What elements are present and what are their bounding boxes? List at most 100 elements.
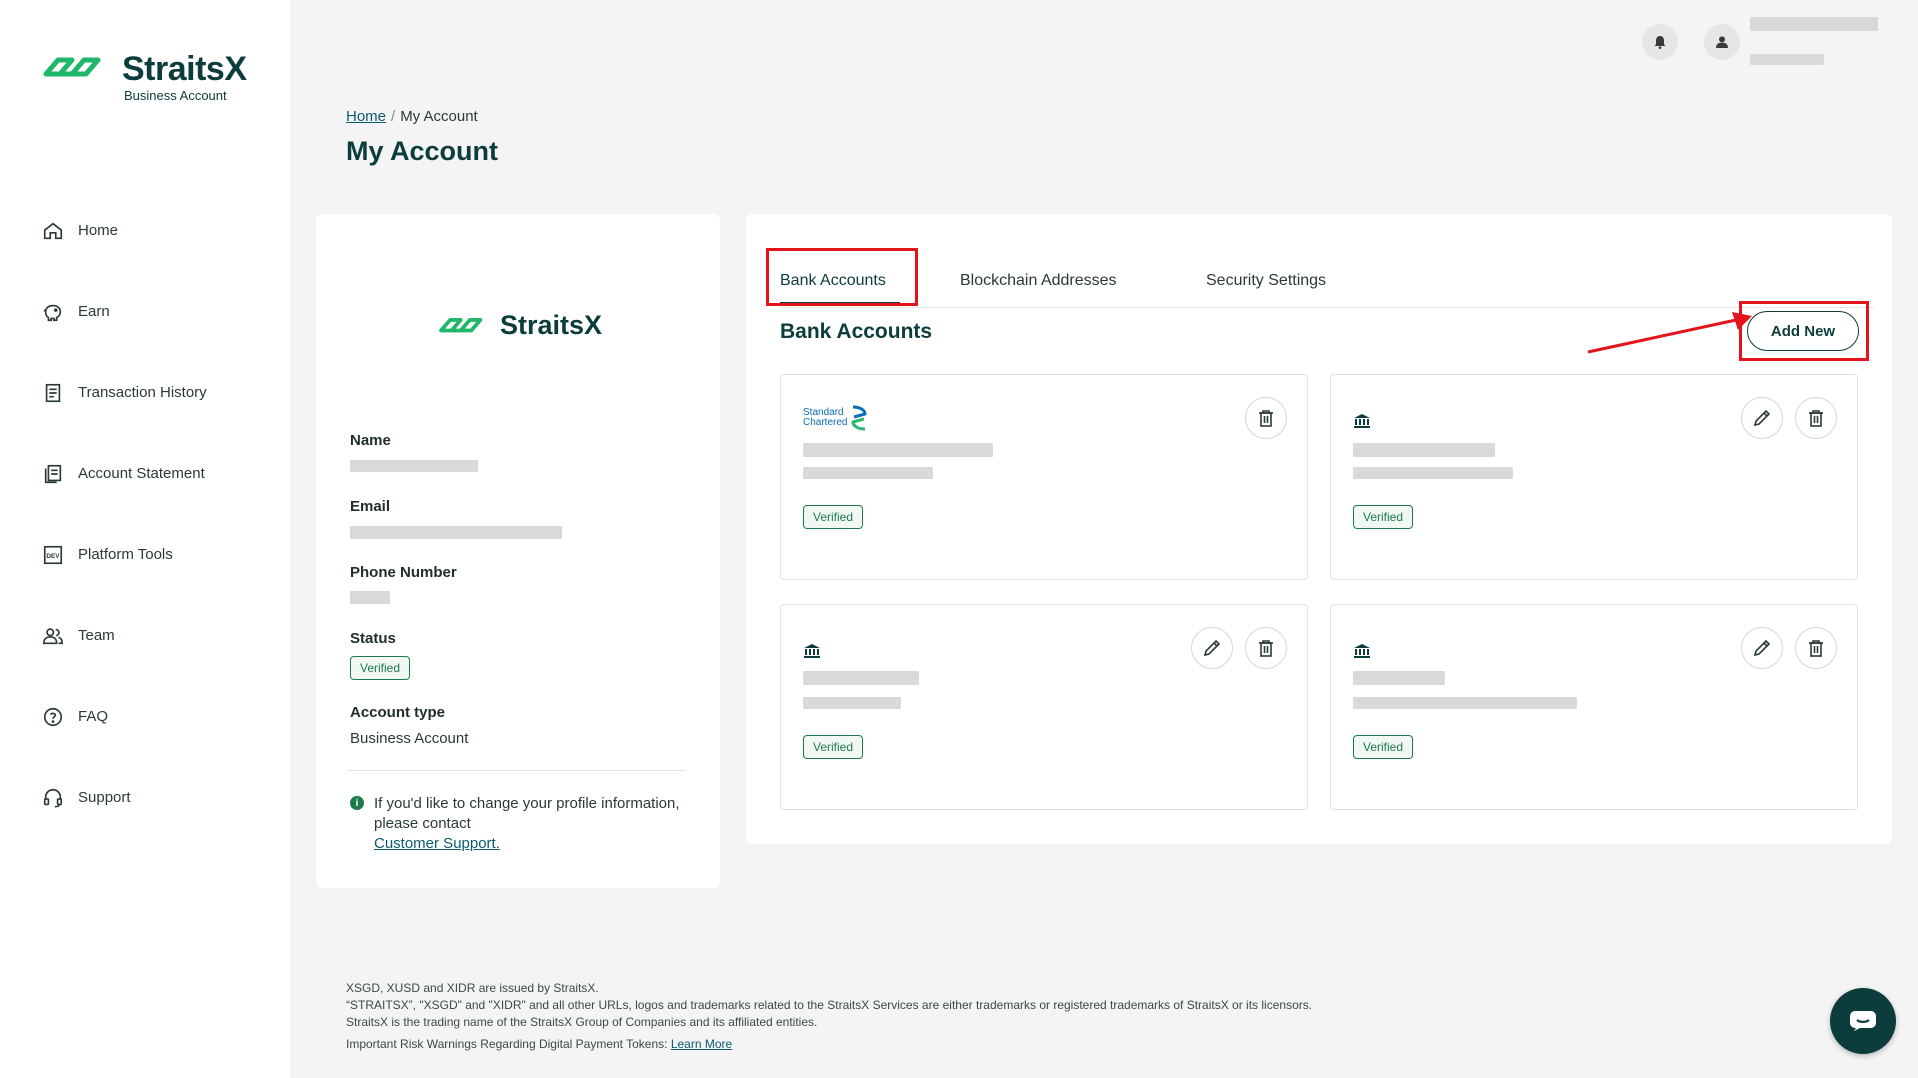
- breadcrumb-home-link[interactable]: Home: [346, 108, 386, 125]
- sidebar-item-label: FAQ: [78, 708, 109, 725]
- customer-support-link[interactable]: Customer Support.: [374, 835, 500, 852]
- breadcrumb: Home / My Account: [346, 108, 478, 125]
- info-text: If you'd like to change your profile inf…: [374, 795, 680, 832]
- sidebar-item-label: Transaction History: [78, 384, 207, 401]
- footer: XSGD, XUSD and XIDR are issued by Strait…: [346, 980, 1312, 1053]
- tab-security-settings[interactable]: Security Settings: [1206, 272, 1326, 290]
- arrow-annotation: [1587, 312, 1752, 354]
- straitsx-logo-icon: [43, 57, 101, 77]
- chat-support-button[interactable]: [1830, 988, 1896, 1054]
- sidebar-item-team[interactable]: Team: [40, 595, 207, 676]
- bank-logo-line: Chartered: [803, 417, 848, 428]
- learn-more-link[interactable]: Learn More: [671, 1037, 732, 1051]
- delete-button[interactable]: [1795, 627, 1837, 669]
- notifications-button[interactable]: [1642, 24, 1678, 60]
- sidebar-item-label: Team: [78, 627, 115, 644]
- trash-icon: [1259, 410, 1273, 427]
- standard-chartered-icon: [851, 405, 867, 431]
- name-label: Name: [350, 432, 391, 449]
- sidebar-item-earn[interactable]: Earn: [40, 271, 207, 352]
- delete-button[interactable]: [1245, 627, 1287, 669]
- info-icon: i: [350, 796, 364, 810]
- edit-button[interactable]: [1191, 627, 1233, 669]
- tab-highlight-annotation: [766, 248, 918, 306]
- breadcrumb-current: My Account: [400, 108, 478, 125]
- dev-icon: DEV: [40, 542, 66, 568]
- user-menu-button[interactable]: [1704, 24, 1740, 60]
- delete-button[interactable]: [1245, 397, 1287, 439]
- footer-line: “STRAITSX”, "XSGD" and "XIDR" and all ot…: [346, 998, 1313, 1012]
- user-name-redacted: [1750, 17, 1878, 31]
- profile-logo: StraitsX: [438, 310, 602, 341]
- profile-info-note: i If you'd like to change your profile i…: [350, 794, 680, 854]
- pencil-icon: [1203, 639, 1221, 657]
- footer-risk-line: Important Risk Warnings Regarding Digita…: [346, 1036, 1312, 1053]
- receipt-icon: [40, 380, 66, 406]
- phone-value-redacted: [350, 591, 390, 604]
- brand-logo[interactable]: StraitsX Business Account: [42, 52, 247, 103]
- sidebar-item-home[interactable]: Home: [40, 190, 207, 271]
- footer-line: Important Risk Warnings Regarding Digita…: [346, 1037, 668, 1051]
- bank-icon: [804, 644, 820, 658]
- headset-icon: [40, 785, 66, 811]
- account-number-redacted: [1353, 697, 1577, 709]
- sidebar-item-support[interactable]: Support: [40, 757, 207, 838]
- verified-badge: Verified: [1353, 505, 1414, 529]
- account-number-redacted: [1353, 467, 1513, 479]
- team-icon: [40, 623, 66, 649]
- sidebar-nav: Home Earn Transaction History Account St…: [40, 190, 207, 838]
- footer-line: XSGD, XUSD and XIDR are issued by Strait…: [346, 981, 599, 995]
- sidebar-item-transaction-history[interactable]: Transaction History: [40, 352, 207, 433]
- email-value-redacted: [350, 526, 562, 539]
- bank-accounts-panel: Bank Accounts Blockchain Addresses Secur…: [746, 214, 1892, 844]
- bank-account-card: Verified: [1330, 604, 1858, 810]
- statement-icon: [40, 461, 66, 487]
- page-title: My Account: [346, 136, 499, 166]
- verified-badge: Verified: [1353, 735, 1414, 759]
- status-badge: Verified: [350, 656, 411, 680]
- trash-icon: [1259, 640, 1273, 657]
- sidebar-item-label: Account Statement: [78, 465, 205, 482]
- account-type-label: Account type: [350, 704, 446, 721]
- trash-icon: [1809, 640, 1823, 657]
- status-label: Status: [350, 630, 396, 647]
- account-number-redacted: [803, 467, 933, 479]
- profile-card: StraitsX Name Email Phone Number Status …: [316, 214, 720, 888]
- bank-icon: [1354, 414, 1370, 428]
- footer-line: StraitsX is the trading name of the Stra…: [346, 1015, 818, 1029]
- chat-icon: [1850, 1011, 1876, 1031]
- brand-name: StraitsX: [122, 50, 247, 88]
- tab-bar: Bank Accounts Blockchain Addresses Secur…: [780, 248, 1874, 308]
- verified-badge: Verified: [803, 505, 864, 529]
- tab-blockchain-addresses[interactable]: Blockchain Addresses: [960, 272, 1117, 290]
- phone-label: Phone Number: [350, 564, 457, 581]
- sidebar-item-account-statement[interactable]: Account Statement: [40, 433, 207, 514]
- piggy-bank-icon: [40, 299, 66, 325]
- tab-label: Blockchain Addresses: [960, 272, 1117, 289]
- edit-button[interactable]: [1741, 627, 1783, 669]
- sidebar: StraitsX Business Account Home Earn Tran…: [0, 0, 290, 1078]
- name-value-redacted: [350, 460, 478, 472]
- bank-account-card: Verified: [1330, 374, 1858, 580]
- account-type-value: Business Account: [350, 730, 469, 747]
- bell-icon: [1654, 36, 1666, 49]
- user-icon: [1716, 36, 1728, 48]
- bank-account-card: Standard Chartered Verified: [780, 374, 1308, 580]
- add-new-button[interactable]: Add New: [1747, 311, 1859, 351]
- sidebar-item-label: Platform Tools: [78, 546, 173, 563]
- standard-chartered-logo: Standard Chartered: [803, 405, 868, 431]
- user-subtitle-redacted: [1750, 54, 1824, 65]
- edit-button[interactable]: [1741, 397, 1783, 439]
- bank-account-card: Verified: [780, 604, 1308, 810]
- sidebar-item-faq[interactable]: FAQ: [40, 676, 207, 757]
- email-label: Email: [350, 498, 391, 515]
- tab-label: Security Settings: [1206, 272, 1327, 289]
- verified-badge: Verified: [803, 735, 864, 759]
- pencil-icon: [1753, 639, 1771, 657]
- sidebar-item-platform-tools[interactable]: DEV Platform Tools: [40, 514, 207, 595]
- home-icon: [40, 218, 66, 244]
- delete-button[interactable]: [1795, 397, 1837, 439]
- question-icon: [40, 704, 66, 730]
- straitsx-logo-icon: [439, 317, 483, 332]
- trash-icon: [1809, 410, 1823, 427]
